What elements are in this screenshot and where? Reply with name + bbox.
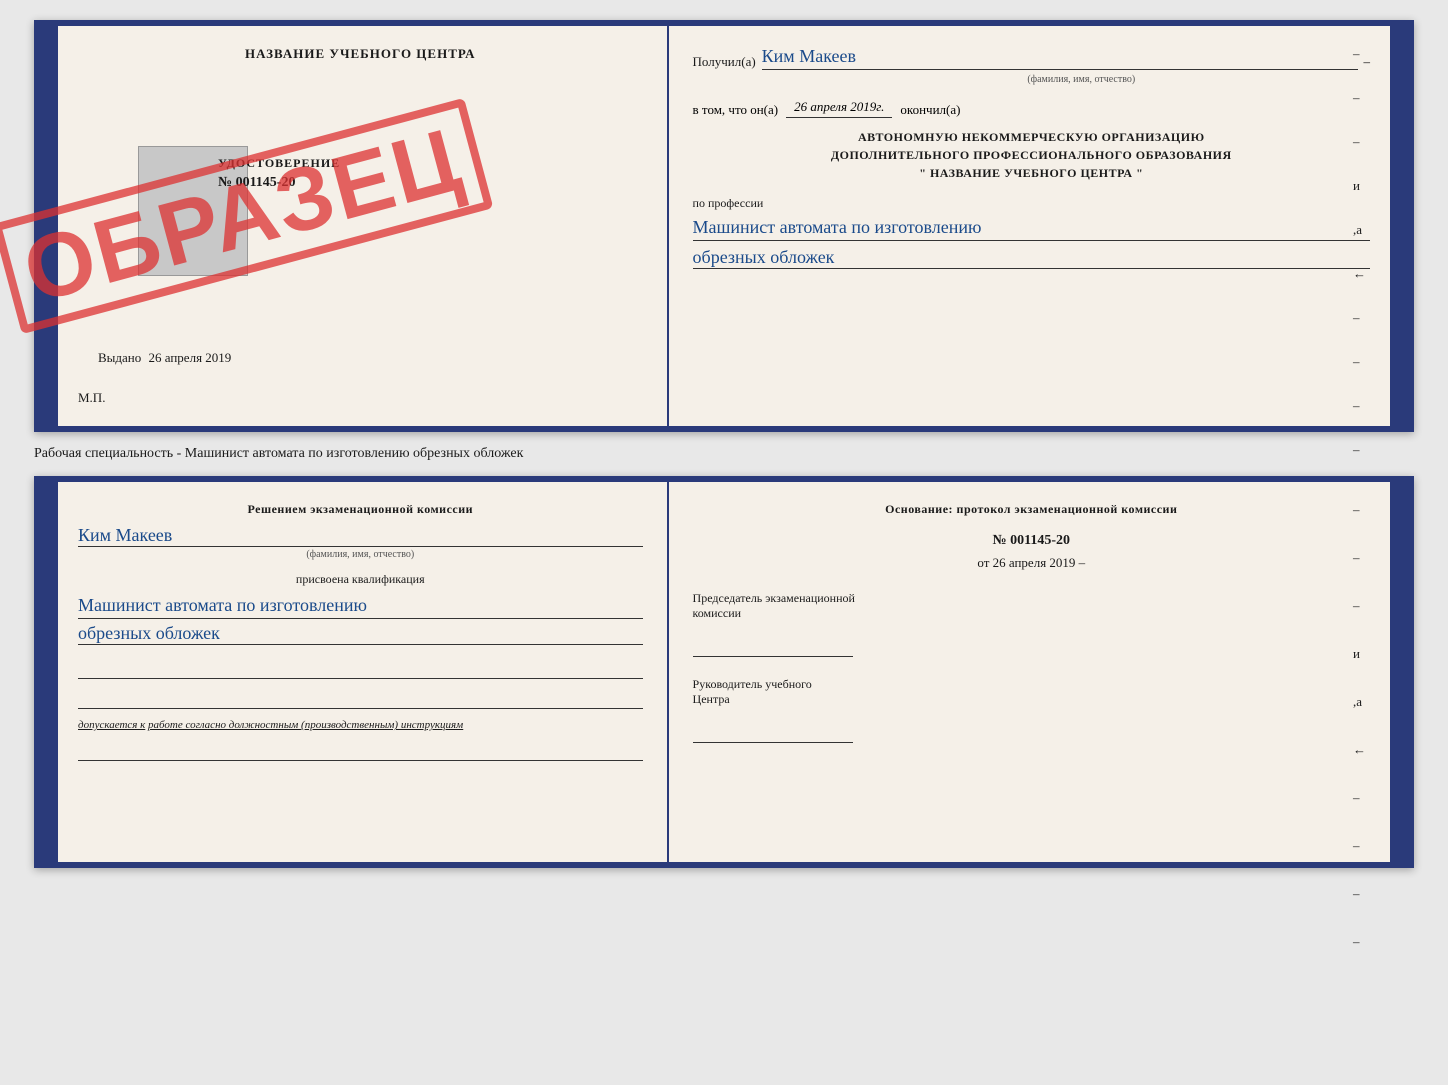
prisvoena-line: присвоена квалификация: [78, 572, 643, 587]
komissia-name: Ким Макеев: [78, 525, 643, 547]
ot-date: от 26 апреля 2019 –: [693, 555, 1370, 571]
autonomnaya-line2: ДОПОЛНИТЕЛЬНОГО ПРОФЕССИОНАЛЬНОГО ОБРАЗО…: [693, 146, 1370, 164]
dopuskaetsya-text: работе согласно должностным (производств…: [148, 719, 463, 731]
kval-line1: Машинист автомата по изготовлению: [78, 593, 643, 619]
blank-line-2: [78, 689, 643, 709]
protocol-number: № 001145-20: [693, 533, 1370, 549]
profession-line1: Машинист автомата по изготовлению: [693, 215, 1370, 241]
po-professii-label: по профессии: [693, 196, 1370, 211]
poluchil-label: Получил(а): [693, 54, 756, 70]
top-certificate-book: НАЗВАНИЕ УЧЕБНОГО ЦЕНТРА УДОСТОВЕРЕНИЕ №…: [34, 20, 1414, 432]
predsedatel-line2: комиссии: [693, 606, 742, 620]
b-dash-10: –: [1353, 934, 1366, 950]
b-dash-6: ←: [1353, 742, 1366, 758]
bottom-certificate-book: Решением экзаменационной комиссии Ким Ма…: [34, 476, 1414, 868]
predsedatel-section: Председатель экзаменационной комиссии: [693, 591, 1370, 621]
vudano-label: Выдано: [98, 350, 141, 365]
b-dash-3: –: [1353, 598, 1366, 614]
top-cert-right-page: – – – и ,а ← – – – – Получил(а) Ким Маке…: [669, 26, 1390, 426]
mp-label: М.П.: [78, 390, 105, 406]
rukovoditel-line2: Центра: [693, 692, 730, 706]
rukovoditel-section: Руководитель учебного Центра: [693, 677, 1370, 707]
udostoverenie-number: № 001145-20: [218, 175, 358, 191]
osnovanie: Основание: протокол экзаменационной коми…: [693, 502, 1370, 517]
autonomnaya-line3: " НАЗВАНИЕ УЧЕБНОГО ЦЕНТРА ": [693, 164, 1370, 182]
b-dash-5: ,а: [1353, 694, 1366, 710]
dash-9: –: [1353, 398, 1366, 414]
dash-6: ←: [1353, 266, 1366, 282]
dash-3: –: [1353, 134, 1366, 150]
ot-date-value: 26 апреля 2019: [993, 555, 1076, 570]
udostoverenie-box: УДОСТОВЕРЕНИЕ № 001145-20: [98, 156, 358, 191]
vtom-label: в том, что он(а): [693, 102, 779, 118]
blank-line-1: [78, 659, 643, 679]
dash-1: –: [1353, 46, 1366, 62]
ot-label: от: [977, 555, 989, 570]
right-dashes: – – – и ,а ← – – – –: [1353, 46, 1366, 458]
blank-line-3: [78, 741, 643, 761]
dash-5: ,а: [1353, 222, 1366, 238]
poluchil-line: Получил(а) Ким Макеев –: [693, 46, 1370, 70]
ot-dash: –: [1079, 555, 1086, 570]
bottom-book-spine-left: [40, 482, 58, 862]
predsedatel-line1: Председатель экзаменационной: [693, 591, 855, 605]
dash-8: –: [1353, 354, 1366, 370]
b-dash-8: –: [1353, 838, 1366, 854]
vtom-line: в том, что он(а) 26 апреля 2019г. окончи…: [693, 99, 1370, 118]
right-col-dashes2: – – – и ,а ← – – – –: [1353, 502, 1366, 950]
specialty-label: Рабочая специальность - Машинист автомат…: [34, 442, 523, 466]
rukovoditel-line1: Руководитель учебного: [693, 677, 812, 691]
resheniyem-line: Решением экзаменационной комиссии: [78, 502, 643, 517]
autonomnaya-line1: АВТОНОМНУЮ НЕКОММЕРЧЕСКУЮ ОРГАНИЗАЦИЮ: [693, 128, 1370, 146]
bottom-cert-left-page: Решением экзаменационной комиссии Ким Ма…: [58, 482, 669, 862]
b-dash-1: –: [1353, 502, 1366, 518]
top-cert-left-page: НАЗВАНИЕ УЧЕБНОГО ЦЕНТРА УДОСТОВЕРЕНИЕ №…: [58, 26, 669, 426]
bottom-book-spine-right: [1390, 482, 1408, 862]
bottom-cert-right-page: – – – и ,а ← – – – – Основание: протокол…: [669, 482, 1390, 862]
profession-line2: обрезных обложек: [693, 247, 1370, 269]
autonomnaya-section: АВТОНОМНУЮ НЕКОММЕРЧЕСКУЮ ОРГАНИЗАЦИЮ ДО…: [693, 128, 1370, 182]
dopuskaetsya-label: допускается к: [78, 719, 145, 731]
udostoverenie-title: УДОСТОВЕРЕНИЕ: [218, 156, 358, 171]
b-dash-9: –: [1353, 886, 1366, 902]
dash-2: –: [1353, 90, 1366, 106]
b-dash-2: –: [1353, 550, 1366, 566]
b-dash-7: –: [1353, 790, 1366, 806]
dash-7: –: [1353, 310, 1366, 326]
dash-4: и: [1353, 178, 1366, 194]
kval-line2: обрезных обложек: [78, 623, 643, 645]
poluchil-name: Ким Макеев: [762, 46, 1358, 70]
fio-subtitle-top: (фамилия, имя, отчество): [793, 74, 1370, 85]
b-dash-4: и: [1353, 646, 1366, 662]
book-spine-right: [1390, 26, 1408, 426]
book-spine-left: [40, 26, 58, 426]
vudano-date: 26 апреля 2019: [149, 350, 232, 365]
vtom-date: 26 апреля 2019г.: [786, 99, 892, 118]
school-name-header: НАЗВАНИЕ УЧЕБНОГО ЦЕНТРА: [78, 46, 643, 62]
predsedatel-signature-line: [693, 627, 853, 657]
dash-10: –: [1353, 442, 1366, 458]
dopuskaetsya-section: допускается к работе согласно должностны…: [78, 719, 643, 731]
okonchil-label: окончил(а): [900, 102, 960, 118]
fio-sub-bottom: (фамилия, имя, отчество): [78, 549, 643, 560]
rukovoditel-signature-line: [693, 713, 853, 743]
vudano-line: Выдано 26 апреля 2019: [98, 350, 231, 366]
